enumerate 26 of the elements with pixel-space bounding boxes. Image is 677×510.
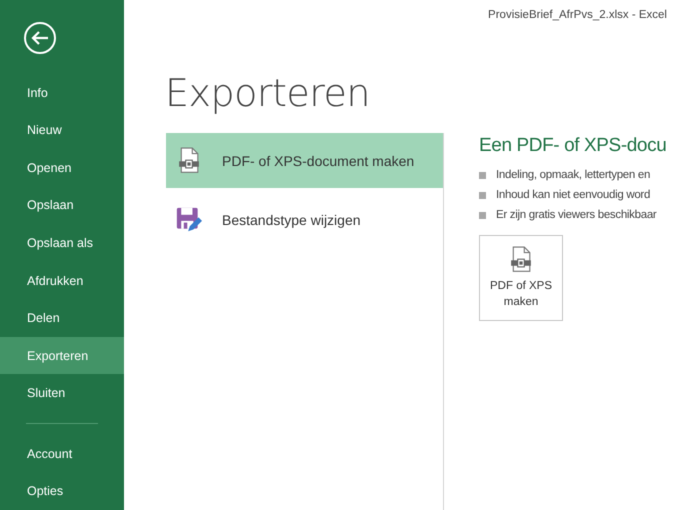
bullet-icon	[479, 212, 486, 218]
bullet-icon	[479, 192, 486, 198]
sidebar-item[interactable]: Opties	[0, 472, 124, 510]
export-option[interactable]: PDF- of XPS-document maken	[166, 133, 443, 188]
window-title: ProvisieBrief_AfrPvs_2.xlsx - Excel	[488, 9, 667, 23]
back-button[interactable]	[24, 22, 56, 54]
create-pdf-button[interactable]: PDF of XPS maken	[479, 235, 563, 321]
export-option[interactable]: Bestandstype wijzigen	[166, 192, 443, 247]
bullet-text: Er zijn gratis viewers beschikbaar	[496, 209, 656, 221]
page-title: Exporteren	[165, 71, 372, 115]
sidebar-item[interactable]: Delen	[0, 299, 124, 337]
bullet-text: Indeling, opmaak, lettertypen en	[496, 169, 650, 181]
section-heading: Een PDF- of XPS-docu	[479, 135, 666, 157]
document-icon	[178, 147, 200, 174]
sidebar-item[interactable]: Sluiten	[0, 374, 124, 412]
sidebar-item[interactable]: Info	[0, 74, 124, 112]
sidebar-item[interactable]: Afdrukken	[0, 262, 124, 300]
sidebar-item[interactable]: Account	[0, 434, 124, 472]
sidebar-item[interactable]: Opslaan	[0, 186, 124, 224]
bullet-icon	[479, 172, 486, 178]
sidebar-item[interactable]: Exporteren	[0, 336, 124, 374]
document-icon	[510, 246, 532, 272]
sidebar-item[interactable]: Opslaan als	[0, 224, 124, 262]
bullet-text: Inhoud kan niet eenvoudig word	[496, 189, 650, 201]
sidebar-item[interactable]: Nieuw	[0, 112, 124, 150]
sidebar-item[interactable]: Openen	[0, 149, 124, 187]
